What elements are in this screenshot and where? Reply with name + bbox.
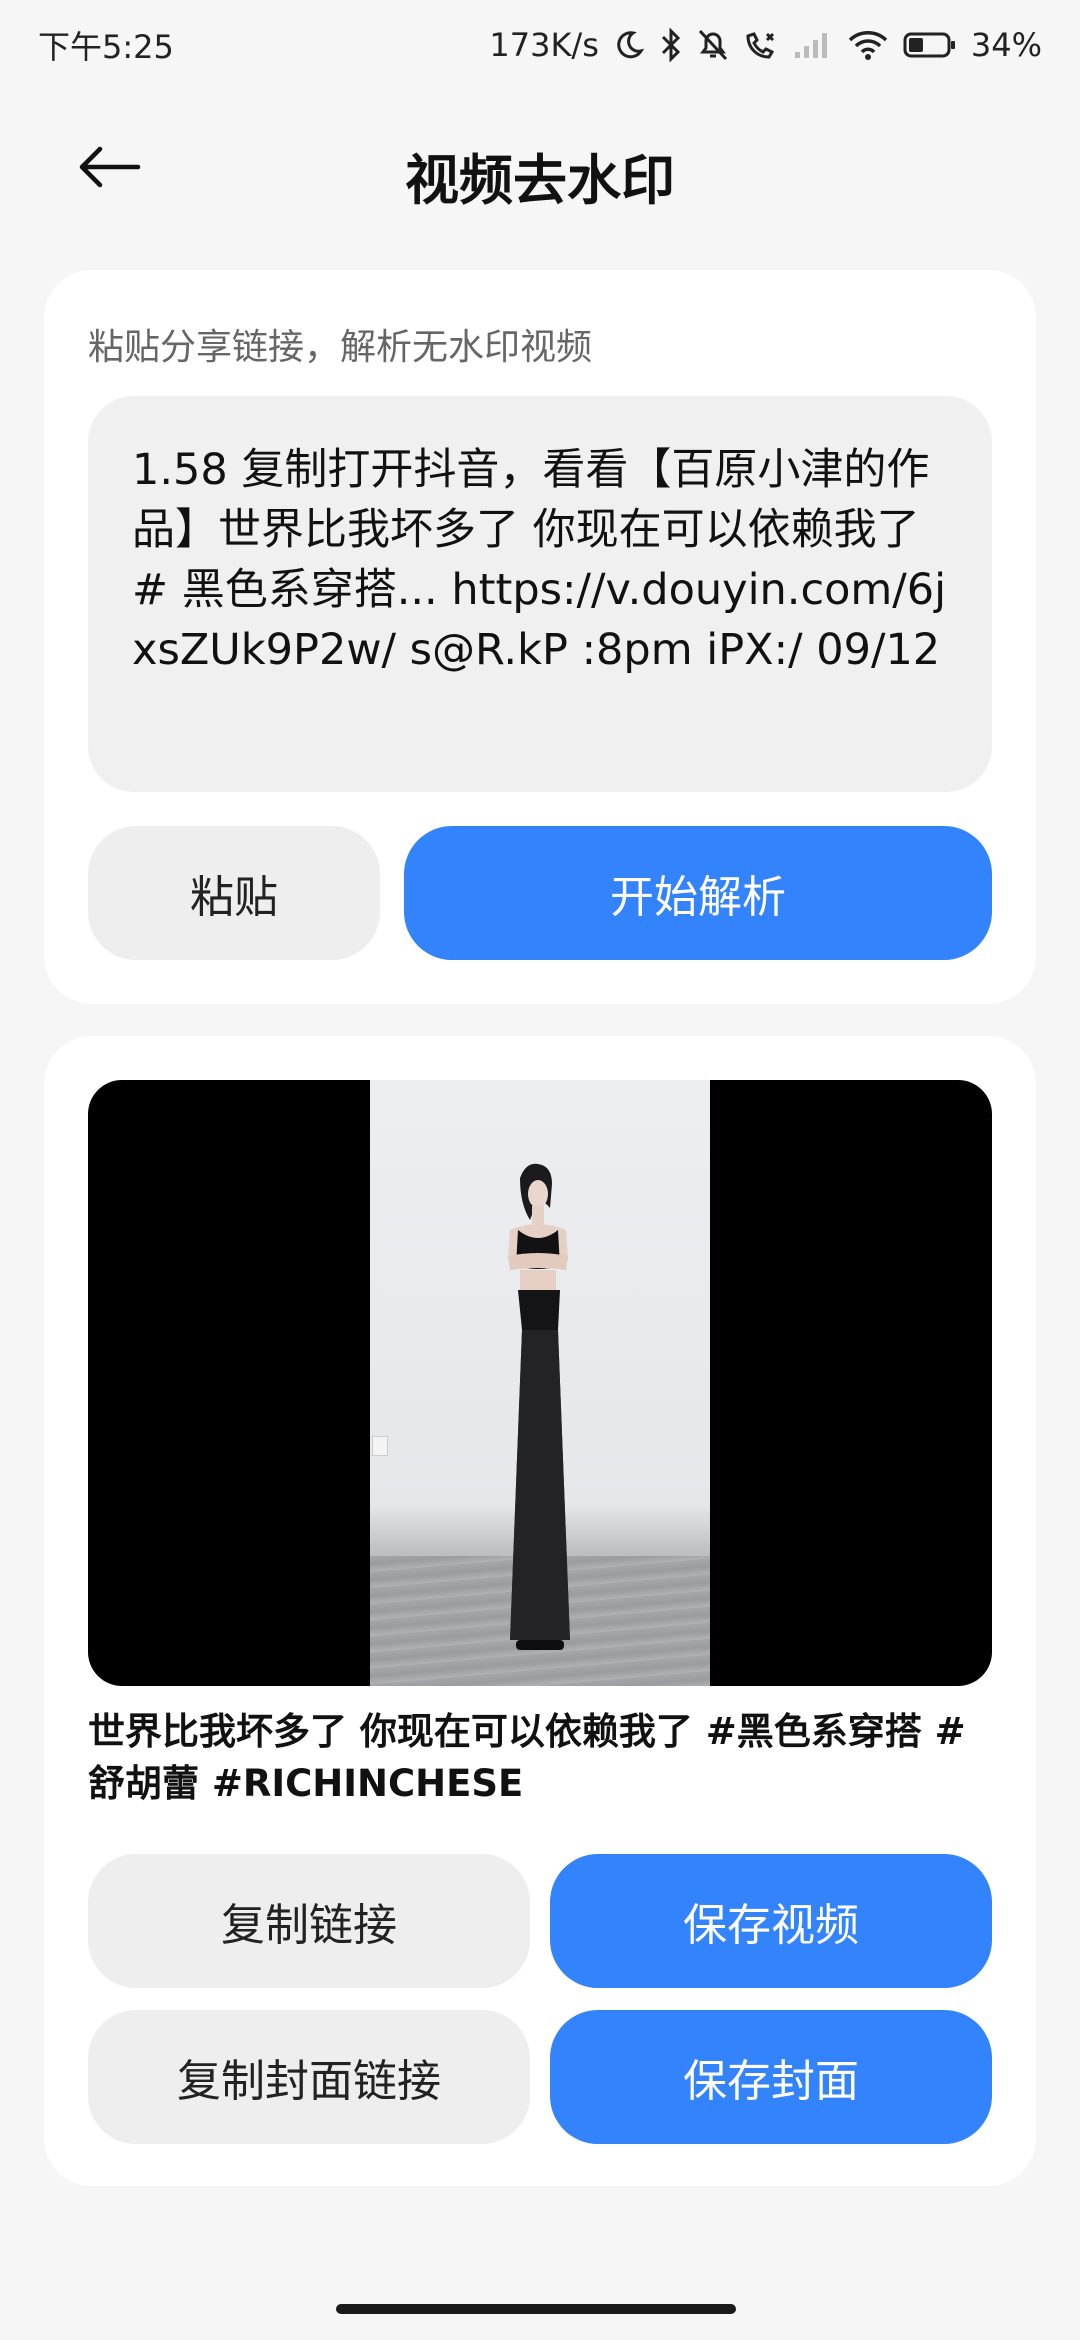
video-thumbnail bbox=[370, 1080, 710, 1686]
start-parse-button[interactable]: 开始解析 bbox=[404, 826, 992, 960]
share-link-textarea[interactable]: 1.58 复制打开抖音，看看【百原小津的作品】世界比我坏多了 你现在可以依赖我了… bbox=[88, 396, 992, 792]
person-figure bbox=[508, 1163, 570, 1650]
status-bar: 下午5:25 173K/s 34% bbox=[0, 0, 1080, 90]
bell-off-icon bbox=[697, 28, 729, 62]
video-caption: 世界比我坏多了 你现在可以依赖我了 #黑色系穿搭 #舒胡蕾 #RICHINCHE… bbox=[88, 1710, 966, 1805]
signal-icon bbox=[793, 30, 833, 60]
save-video-button[interactable]: 保存视频 bbox=[550, 1854, 992, 1988]
bluetooth-icon bbox=[659, 28, 683, 62]
paste-button[interactable]: 粘贴 bbox=[88, 826, 380, 960]
result-card: 世界比我坏多了 你现在可以依赖我了 #黑色系穿搭 #舒胡蕾 #RICHINCHE… bbox=[44, 1036, 1036, 2186]
home-indicator[interactable] bbox=[336, 2304, 736, 2314]
link-input-card: 粘贴分享链接，解析无水印视频 1.58 复制打开抖音，看看【百原小津的作品】世界… bbox=[44, 270, 1036, 1004]
wifi-icon bbox=[847, 29, 889, 61]
copy-link-button[interactable]: 复制链接 bbox=[88, 1854, 530, 1988]
call-forward-icon bbox=[743, 28, 779, 62]
status-time: 下午5:25 bbox=[38, 28, 174, 66]
battery-icon bbox=[903, 30, 957, 60]
moon-icon bbox=[613, 29, 645, 61]
app-header: 视频去水印 bbox=[0, 118, 1080, 218]
input-instruction: 粘贴分享链接，解析无水印视频 bbox=[88, 327, 593, 368]
network-speed: 173K/s bbox=[489, 26, 599, 64]
video-player[interactable] bbox=[88, 1080, 992, 1686]
save-cover-button[interactable]: 保存封面 bbox=[550, 2010, 992, 2144]
page-title: 视频去水印 bbox=[405, 149, 675, 212]
copy-cover-link-button[interactable]: 复制封面链接 bbox=[88, 2010, 530, 2144]
battery-level: 34% bbox=[970, 26, 1042, 64]
status-icons: 173K/s 34% bbox=[489, 26, 1042, 64]
